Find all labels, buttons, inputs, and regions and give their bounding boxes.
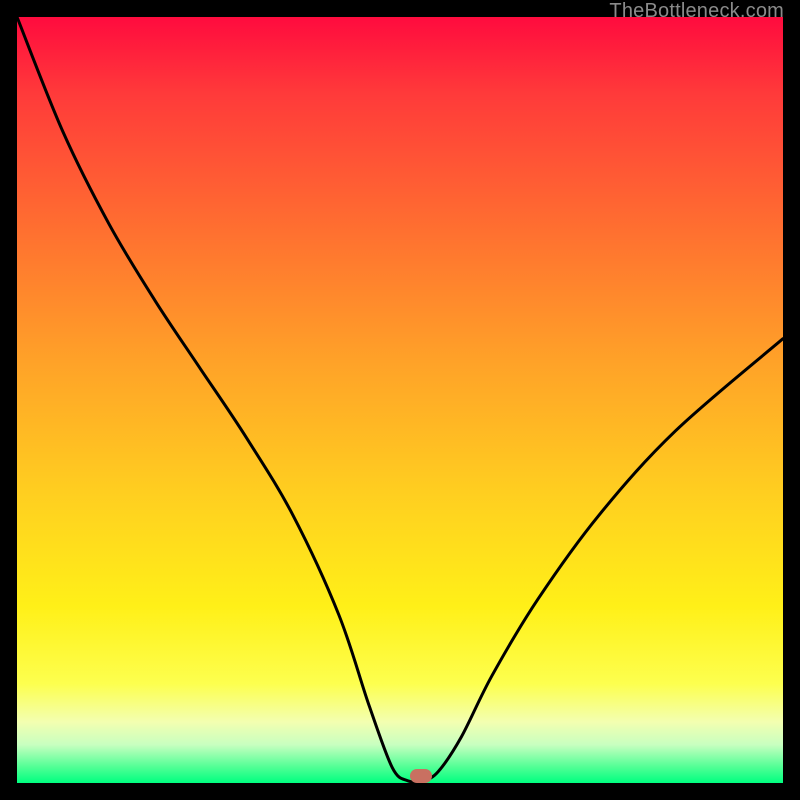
- bottleneck-curve: [17, 17, 783, 783]
- optimal-marker: [410, 769, 432, 783]
- plot-area: [17, 17, 783, 783]
- chart-frame: TheBottleneck.com: [0, 0, 800, 800]
- watermark-text: TheBottleneck.com: [609, 0, 784, 23]
